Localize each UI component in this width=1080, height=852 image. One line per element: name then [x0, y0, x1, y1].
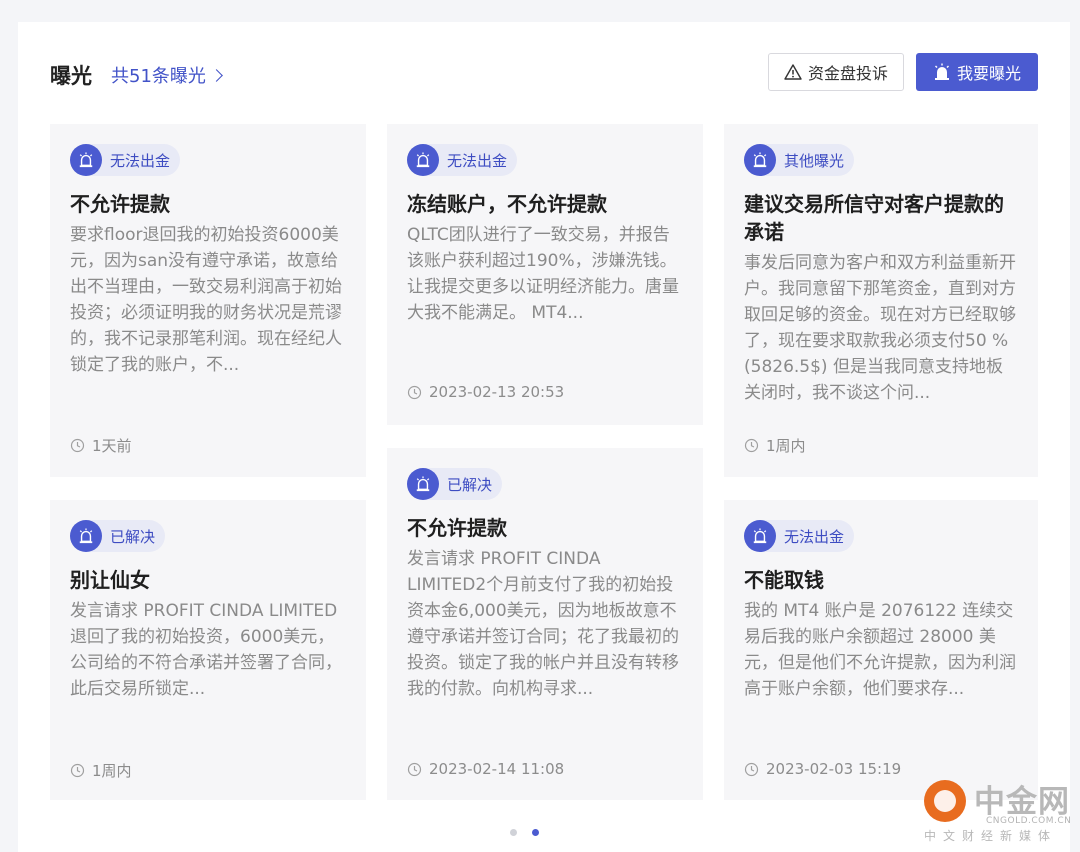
category-tag-label: 已解决: [447, 475, 493, 494]
card-description: 要求floor退回我的初始投资6000美元，因为san没有遵守承诺，故意给出不当…: [70, 225, 342, 375]
category-tag: 已解决: [70, 520, 166, 552]
exposure-card[interactable]: 已解决 不允许提款 发言请求 PROFIT CINDA LIMITED2个月前支…: [387, 448, 703, 800]
card-description: 事发后同意为客户和双方利益重新开户。我同意留下那笔资金，直到对方取回足够的资金。…: [744, 253, 1016, 403]
card-description: QLTC团队进行了一致交易，并报告该账户获利超过190%，涉嫌洗钱。让我提交更多…: [407, 225, 679, 323]
card-timestamp-label: 1天前: [92, 437, 132, 455]
pagination-dot[interactable]: [510, 829, 517, 836]
section-title: 曝光: [50, 64, 92, 88]
category-tag-label: 无法出金: [110, 151, 171, 170]
exposure-count-label: 共51条曝光: [111, 66, 206, 87]
watermark-slogan: 中文财经新媒体: [924, 829, 1058, 843]
category-tag: 无法出金: [70, 144, 181, 176]
complain-button[interactable]: 资金盘投诉: [768, 53, 904, 91]
watermark-name: 中金网: [974, 784, 1070, 820]
alarm-siren-icon: [70, 144, 102, 176]
expose-button[interactable]: 我要曝光: [916, 53, 1038, 91]
card-title: 冻结账户，不允许提款: [407, 192, 607, 216]
card-timestamp: 1周内: [744, 435, 806, 456]
cngold-watermark: 中金网 CNGOLD.COM.CN 中文财经新媒体: [920, 778, 1072, 846]
card-title: 建议交易所信守对客户提款的承诺: [744, 192, 1004, 244]
card-title: 不允许提款: [407, 516, 507, 540]
expose-button-label: 我要曝光: [956, 64, 1021, 83]
card-title: 不能取钱: [744, 568, 824, 592]
carousel-pagination: [510, 829, 554, 836]
complain-button-label: 资金盘投诉: [807, 64, 888, 83]
clock-icon: [70, 763, 85, 778]
pagination-dot-active[interactable]: [532, 829, 539, 836]
exposure-count-link[interactable]: 共51条曝光: [111, 62, 223, 88]
category-tag-label: 其他曝光: [784, 151, 845, 170]
card-description: 发言请求 PROFIT CINDA LIMITED2个月前支付了我的初始投资本金…: [407, 549, 679, 699]
card-timestamp: 1周内: [70, 760, 132, 781]
card-timestamp-label: 2023-02-13 20:53: [429, 383, 565, 401]
category-tag: 无法出金: [407, 144, 518, 176]
card-timestamp-label: 1周内: [766, 437, 806, 455]
card-timestamp-label: 2023-02-03 15:19: [766, 760, 902, 778]
exposure-card[interactable]: 其他曝光 建议交易所信守对客户提款的承诺 事发后同意为客户和双方利益重新开户。我…: [724, 124, 1038, 477]
card-timestamp: 2023-02-14 11:08: [407, 760, 564, 778]
category-tag: 已解决: [407, 468, 503, 500]
card-timestamp: 2023-02-13 20:53: [407, 383, 564, 401]
chevron-right-icon: [210, 68, 223, 82]
card-timestamp-label: 2023-02-14 11:08: [429, 760, 565, 778]
card-timestamp-label: 1周内: [92, 762, 132, 780]
alarm-siren-icon: [407, 144, 439, 176]
category-tag-label: 已解决: [110, 527, 156, 546]
exposure-card[interactable]: 无法出金 不能取钱 我的 MT4 账户是 2076122 连续交易后我的账户余额…: [724, 500, 1038, 800]
exposure-card[interactable]: 无法出金 冻结账户，不允许提款 QLTC团队进行了一致交易，并报告该账户获利超过…: [387, 124, 703, 425]
alarm-siren-icon: [407, 468, 439, 500]
alarm-siren-icon: [744, 520, 776, 552]
alarm-siren-icon: [70, 520, 102, 552]
alarm-siren-icon: [744, 144, 776, 176]
exposure-card[interactable]: 已解决 别让仙女 发言请求 PROFIT CINDA LIMITED退回了我的初…: [50, 500, 366, 800]
clock-icon: [407, 385, 422, 399]
clock-icon: [744, 762, 759, 776]
card-title: 别让仙女: [70, 568, 150, 592]
card-title: 不允许提款: [70, 192, 170, 216]
category-tag-label: 无法出金: [447, 151, 508, 170]
watermark-domain: CNGOLD.COM.CN: [986, 816, 1072, 826]
card-timestamp: 2023-02-03 15:19: [744, 760, 901, 778]
category-tag-label: 无法出金: [784, 527, 845, 546]
exposure-card[interactable]: 无法出金 不允许提款 要求floor退回我的初始投资6000美元，因为san没有…: [50, 124, 366, 477]
category-tag: 其他曝光: [744, 144, 855, 176]
category-tag: 无法出金: [744, 520, 855, 552]
card-description: 发言请求 PROFIT CINDA LIMITED退回了我的初始投资，6000美…: [70, 601, 342, 699]
card-timestamp: 1天前: [70, 435, 132, 456]
card-description: 我的 MT4 账户是 2076122 连续交易后我的账户余额超过 28000 美…: [744, 601, 1016, 699]
clock-icon: [407, 762, 422, 776]
alarm-siren-icon: [934, 63, 949, 80]
warning-icon: [784, 64, 802, 80]
clock-icon: [70, 438, 85, 453]
clock-icon: [744, 438, 759, 453]
cngold-logo-icon: [924, 780, 966, 822]
